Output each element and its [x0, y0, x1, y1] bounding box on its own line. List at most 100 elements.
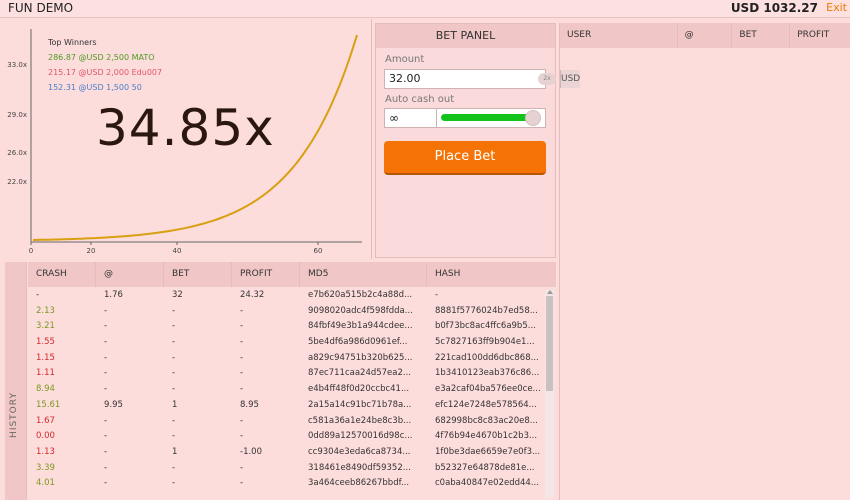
history-cell-hash: 682998bc8c83ac20e8... [435, 415, 538, 426]
history-row[interactable]: 1.15 - - - a829c94751b320b625... 221cad100dd6… [28, 351, 543, 367]
history-cell-at: - [104, 352, 108, 363]
y-tick-label: 29.0x [7, 111, 27, 119]
history-cell-hash: 221cad100dd6dbc868... [435, 352, 539, 363]
history-cell-md5: a829c94751b320b625... [308, 352, 413, 363]
history-cell-profit: - [240, 337, 244, 348]
history-row[interactable]: 3.39 - - - 318461e8490df59352... b52327e64878… [28, 461, 543, 477]
history-cell-hash: 1f0be3dae6659e7e0f3... [435, 446, 541, 457]
x-tick-label: 40 [173, 247, 182, 255]
bet-panel-title: BET PANEL [376, 24, 555, 48]
history-row[interactable]: 15.61 9.95 1 8.95 2a15a14c91bc71b78a... efc12… [28, 398, 543, 414]
autocash-slider[interactable] [437, 109, 545, 127]
place-bet-button[interactable]: Place Bet [384, 141, 546, 175]
users-col-at: @ [678, 23, 733, 48]
history-label: HISTORY [8, 392, 19, 438]
history-cell-hash: e3a2caf04ba576ee0ce... [435, 384, 541, 395]
history-cell-md5: 84fbf49e3b1a944cdee... [308, 321, 413, 332]
history-cell-hash: 8881f5776024b7ed58... [435, 305, 538, 316]
history-cell-profit: - [240, 415, 244, 426]
users-col-profit: PROFIT [797, 30, 830, 40]
history-cell-crash: 3.39 [36, 462, 55, 473]
history-row[interactable]: 1.67 - - - c581a36a1e24be8c3b... 682998bc8c83… [28, 414, 543, 430]
history-cell-profit: - [240, 305, 244, 316]
history-cell-crash: 1.55 [36, 337, 55, 348]
history-row[interactable]: 4.01 - - - 3a464ceeb86267bbdf... c0aba40847e0… [28, 476, 543, 492]
amount-label: Amount [385, 54, 425, 65]
history-cell-hash: 5c7827163ff9b904e1... [435, 337, 535, 348]
users-panel: USER @ BET PROFIT [559, 23, 850, 500]
history-cell-crash: 4.01 [36, 478, 55, 489]
history-cell-at: 1.76 [104, 290, 123, 300]
history-cell-crash: 1.11 [36, 368, 55, 379]
current-multiplier: 34.85x [96, 99, 275, 157]
history-side-tab[interactable]: HISTORY [5, 262, 27, 500]
history-col-crash: CRASH [28, 262, 96, 287]
history-row[interactable]: - 1.76 32 24.32 e7b620a515b2c4a88d... - [28, 288, 543, 304]
x-tick-label: 60 [314, 247, 323, 255]
history-cell-md5: 2a15a14c91bc71b78a... [308, 399, 412, 410]
double-amount-button[interactable]: 2x [538, 73, 556, 85]
history-col-profit: PROFIT [232, 262, 300, 287]
history-row[interactable]: 1.11 - - - 87ec711caa24d57ea2... 1b3410123eab… [28, 366, 543, 382]
history-header: CRASH @ BET PROFIT MD5 HASH [28, 262, 556, 287]
history-cell-profit: -1.00 [240, 446, 262, 457]
history-cell-hash: c0aba40847e02edd44... [435, 478, 539, 489]
slider-thumb[interactable] [525, 110, 541, 126]
history-scroll-thumb[interactable] [546, 296, 553, 391]
history-row[interactable]: 8.94 - - - e4b4ff48f0d20ccbc41... e3a2caf04ba… [28, 382, 543, 398]
history-cell-crash: 1.15 [36, 352, 55, 363]
app-title: FUN DEMO [8, 1, 74, 15]
history-cell-at: - [104, 384, 108, 395]
history-cell-bet: - [172, 462, 176, 473]
history-cell-md5: 87ec711caa24d57ea2... [308, 368, 412, 379]
history-cell-bet: - [172, 305, 176, 316]
scroll-up-icon[interactable] [547, 290, 553, 294]
history-cell-bet: - [172, 337, 176, 348]
history-col-hash: HASH [435, 269, 461, 279]
history-cell-profit: 24.32 [240, 290, 265, 300]
history-scrollbar[interactable] [545, 290, 554, 498]
history-cell-crash: 15.61 [36, 399, 61, 410]
top-winners: Top Winners 286.87 @USD 2,500 MATO 215.17… [48, 35, 162, 95]
crash-chart: 0 20 40 60 22.0x 26.0x 29.0x 33.0x Top Winners … [0, 19, 372, 259]
history-cell-at: - [104, 462, 108, 473]
history-cell-at: - [104, 431, 108, 442]
history-row[interactable]: 1.55 - - - 5be4df6a986d0961ef... 5c7827163ff9… [28, 335, 543, 351]
x-tick-label: 20 [87, 247, 96, 255]
history-cell-md5: c581a36a1e24be8c3b... [308, 415, 412, 426]
users-col-user: USER [560, 23, 678, 48]
history-row[interactable]: 0.00 - - - 0dd89a12570016d98c... 4f76b94e4670… [28, 429, 543, 445]
history-cell-at: - [104, 337, 108, 348]
top-winner-entry: 152.31 @USD 1,500 50 [48, 83, 142, 92]
history-cell-crash: 0.00 [36, 431, 55, 442]
history-cell-crash: - [36, 290, 40, 300]
history-table-body: -1.76 32 24.32 e7b620a515b2c4a88d... -2.13- -… [28, 288, 543, 500]
history-cell-hash: b52327e64878de81e... [435, 462, 535, 473]
history-cell-crash: 8.94 [36, 384, 55, 395]
history-row[interactable]: 2.13 - - - 9098020adc4f598fdda... 8881f577602… [28, 304, 543, 320]
users-header: USER @ BET PROFIT [560, 23, 850, 48]
x-tick-label: 0 [29, 247, 33, 255]
history-cell-md5: 0dd89a12570016d98c... [308, 431, 413, 442]
amount-input[interactable] [385, 70, 534, 88]
y-tick-label: 26.0x [7, 149, 27, 157]
top-bar: FUN DEMO USD 1032.27 Exit [0, 0, 850, 18]
history-cell-bet: - [172, 352, 176, 363]
exit-link[interactable]: Exit [826, 1, 847, 14]
balance-display: USD 1032.27 [730, 1, 818, 15]
history-cell-crash: 2.13 [36, 305, 55, 316]
history-cell-bet: - [172, 431, 176, 442]
bet-panel: BET PANEL Amount 2x USD Auto cash out ∞ … [375, 23, 581, 258]
history-row[interactable]: 1.13 - 1 -1.00 cc9304e3eda6ca8734... 1f0be3da… [28, 445, 543, 461]
autocash-row: ∞ [384, 108, 546, 128]
autocash-value[interactable]: ∞ [385, 109, 437, 127]
history-cell-crash: 1.67 [36, 415, 55, 426]
history-cell-at: - [104, 368, 108, 379]
history-row[interactable]: 3.21 - - - 84fbf49e3b1a944cdee... b0f73bc8ac4… [28, 319, 543, 335]
history-cell-at: 9.95 [104, 399, 123, 410]
history-cell-bet: 1 [172, 399, 178, 410]
history-cell-md5: 3a464ceeb86267bbdf... [308, 478, 410, 489]
history-cell-hash: 1b3410123eab376c86... [435, 368, 540, 379]
history-cell-bet: - [172, 368, 176, 379]
y-tick-label: 22.0x [7, 178, 27, 186]
